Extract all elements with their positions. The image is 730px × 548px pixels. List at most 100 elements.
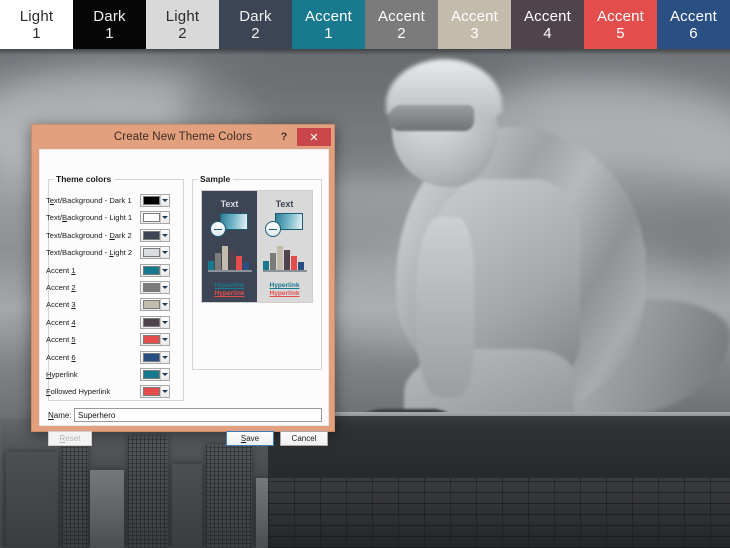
- chevron-down-icon[interactable]: [159, 386, 170, 398]
- sample-bar: [298, 262, 304, 270]
- theme-color-label: Text/Background - Light 1: [46, 213, 133, 223]
- color-chip: [142, 265, 160, 275]
- chevron-down-icon[interactable]: [159, 212, 170, 224]
- dialog-body: Theme colors Sample Text/Background - Da…: [39, 149, 329, 446]
- theme-color-row: Accent 5: [46, 331, 170, 348]
- chevron-down-icon[interactable]: [159, 282, 170, 293]
- sample-bar: [277, 246, 283, 270]
- color-chip: [142, 196, 160, 205]
- chevron-down-icon[interactable]: [159, 351, 170, 363]
- sample-light-hyperlink: Hyperlink: [269, 282, 300, 289]
- theme-color-label: Accent 3: [46, 300, 76, 310]
- help-icon[interactable]: ?: [276, 129, 292, 145]
- dialog-button-row: Reset Save Cancel: [48, 431, 328, 446]
- color-picker-accent-3[interactable]: [140, 298, 170, 312]
- cancel-button[interactable]: Cancel: [280, 431, 328, 446]
- palette-swatch-line1: Accent: [450, 7, 499, 25]
- palette-swatch-line1: Accent: [523, 7, 572, 25]
- palette-swatch-accent-6: Accent 6: [657, 0, 730, 49]
- color-picker-text-background-dark-1[interactable]: [140, 194, 170, 207]
- theme-color-label: Text/Background - Dark 1: [46, 196, 132, 205]
- chevron-down-icon[interactable]: [159, 195, 170, 206]
- dialog-title: Create New Theme Colors: [113, 131, 253, 143]
- palette-swatch-line2: 5: [616, 24, 625, 42]
- palette-swatch-dark-1: Dark 1: [73, 0, 146, 49]
- theme-color-row: Followed Hyperlink: [46, 383, 170, 400]
- theme-color-row: Text/Background - Dark 1: [46, 192, 170, 209]
- color-chip: [142, 370, 160, 379]
- palette-swatch-accent-2: Accent 2: [365, 0, 438, 49]
- sample-bar: [215, 253, 221, 270]
- sample-light-links: Hyperlink Hyperlink: [257, 282, 312, 298]
- chevron-down-icon[interactable]: [159, 369, 170, 380]
- sample-dark-chart: [208, 246, 252, 272]
- sample-light-baseline: [263, 270, 307, 272]
- name-label: Name:: [48, 410, 72, 420]
- color-chip: [142, 335, 160, 345]
- chevron-down-icon[interactable]: [159, 247, 170, 259]
- palette-swatch-line1: Light: [165, 7, 200, 25]
- color-picker-followed-hyperlink[interactable]: [140, 385, 170, 399]
- sample-dark-followed-hyperlink: Hyperlink: [214, 290, 245, 297]
- color-picker-hyperlink[interactable]: [140, 368, 170, 381]
- palette-swatch-line2: 2: [251, 24, 260, 42]
- palette-swatch-accent-5: Accent 5: [584, 0, 657, 49]
- color-picker-text-background-dark-2[interactable]: [140, 228, 170, 242]
- sample-bar: [208, 261, 214, 270]
- sample-preview: Text Hyperlink Hyperlink Text Hyperlink …: [201, 190, 313, 303]
- slide-canvas: Light 1 Dark 1 Light 2 Dark 2 Accent 1 Accent 2 Acce…: [0, 0, 730, 548]
- color-picker-accent-1[interactable]: [140, 263, 170, 277]
- save-button[interactable]: Save: [226, 431, 274, 446]
- theme-color-label: Followed Hyperlink: [46, 387, 111, 397]
- color-picker-text-background-light-2[interactable]: [140, 246, 170, 260]
- color-chip: [142, 213, 160, 223]
- color-picker-accent-4[interactable]: [140, 315, 170, 329]
- palette-swatch-line1: Light: [19, 7, 54, 25]
- chevron-down-icon[interactable]: [159, 334, 170, 346]
- palette-swatch-line1: Accent: [377, 7, 426, 25]
- palette-swatch-line1: Accent: [596, 7, 645, 25]
- color-chip: [142, 283, 160, 292]
- color-picker-accent-2[interactable]: [140, 281, 170, 294]
- palette-swatch-accent-4: Accent 4: [511, 0, 584, 49]
- theme-color-label: Text/Background - Light 2: [46, 248, 133, 258]
- name-row: Name:: [48, 408, 322, 422]
- theme-color-label: Accent 6: [46, 352, 76, 362]
- theme-color-label: Accent 2: [46, 283, 76, 292]
- reset-button[interactable]: Reset: [48, 431, 92, 446]
- color-picker-accent-5[interactable]: [140, 333, 170, 347]
- theme-color-row: Hyperlink: [46, 366, 170, 383]
- palette-swatch-line2: 2: [397, 24, 406, 42]
- sample-light-followed-hyperlink: Hyperlink: [269, 290, 300, 297]
- color-chip: [142, 317, 160, 327]
- color-picker-accent-6[interactable]: [140, 350, 170, 364]
- palette-swatch-line1: Accent: [304, 7, 353, 25]
- color-chip: [142, 300, 160, 310]
- palette-swatch-line1: Dark: [239, 7, 272, 25]
- color-picker-text-background-light-1[interactable]: [140, 211, 170, 225]
- theme-color-label: Hyperlink: [46, 370, 78, 379]
- chevron-down-icon[interactable]: [159, 229, 170, 241]
- theme-color-row: Accent 1: [46, 262, 170, 279]
- color-chip: [142, 230, 160, 240]
- close-icon[interactable]: ✕: [297, 128, 331, 146]
- sample-light-pane: Text Hyperlink Hyperlink: [257, 191, 312, 302]
- create-new-theme-colors-dialog: Create New Theme Colors ? ✕ Theme colors…: [31, 124, 335, 446]
- theme-colors-group-label: Theme colors: [56, 174, 112, 184]
- chevron-down-icon[interactable]: [159, 264, 170, 276]
- superhero-child-figure: [330, 49, 730, 475]
- chevron-down-icon[interactable]: [159, 299, 170, 311]
- palette-swatch-line2: 6: [689, 24, 698, 42]
- sample-dark-shape: [210, 213, 250, 237]
- sample-bar: [270, 253, 276, 270]
- sample-dark-pane: Text Hyperlink Hyperlink: [202, 191, 257, 302]
- color-chip: [142, 248, 160, 258]
- palette-swatch-line1: Accent: [669, 7, 718, 25]
- palette-swatch-accent-1: Accent 1: [292, 0, 365, 49]
- strip-shadow: [0, 49, 730, 55]
- name-input[interactable]: [74, 408, 322, 422]
- chevron-down-icon[interactable]: [159, 316, 170, 328]
- palette-swatch-line2: 1: [32, 24, 41, 42]
- color-chip: [142, 387, 160, 397]
- palette-swatch-dark-2: Dark 2: [219, 0, 292, 49]
